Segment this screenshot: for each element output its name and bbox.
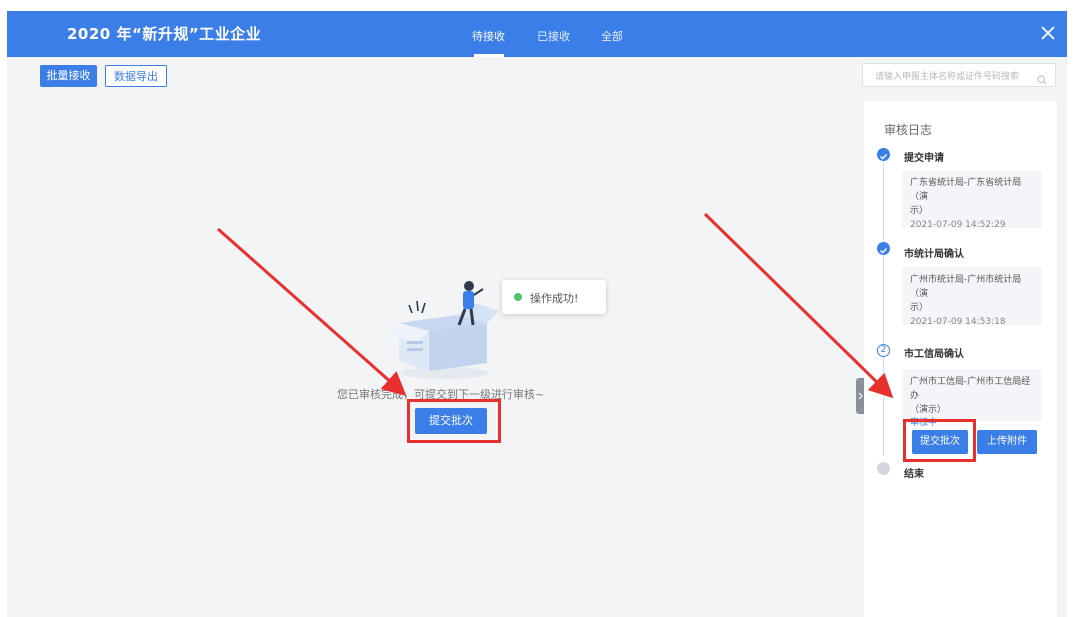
page-title: 2020 年“新升规”工业企业 bbox=[67, 25, 262, 43]
search-icon[interactable] bbox=[1037, 70, 1047, 85]
check-icon bbox=[877, 242, 890, 255]
step-card: 广州市工信局-广州市工信局经办 （演示） 审核中 bbox=[902, 369, 1042, 428]
step-org-cont: 示） bbox=[910, 303, 929, 313]
step-time: 2021-07-09 14:52:29 bbox=[910, 220, 1006, 230]
check-icon bbox=[877, 148, 890, 161]
step-card: 广州市统计局-广州市统计局（演 示） 2021-07-09 14:53:18 bbox=[902, 267, 1042, 327]
step-org-cont: 示） bbox=[910, 206, 929, 216]
dialog-frame: 2020 年“新升规”工业企业 待接收 已接收 全部 批量接收 数据导出 您已审… bbox=[7, 11, 1067, 617]
step-title: 市统计局确认 bbox=[904, 249, 964, 260]
tab-received[interactable]: 已接收 bbox=[537, 28, 570, 44]
batch-receive-button[interactable]: 批量接收 bbox=[40, 65, 97, 87]
step-time: 2021-07-09 14:53:18 bbox=[910, 317, 1006, 327]
step-org: 广州市工信局-广州市工信局经办 bbox=[910, 377, 1031, 401]
search-input[interactable] bbox=[873, 66, 1037, 88]
export-data-button[interactable]: 数据导出 bbox=[105, 65, 167, 87]
step-title: 结束 bbox=[904, 469, 924, 480]
empty-box-illustration bbox=[389, 281, 499, 379]
annotation-arrow-right bbox=[703, 212, 894, 399]
search-box bbox=[862, 63, 1056, 88]
step-org: 广东省统计局-广东省统计局（演 bbox=[910, 178, 1022, 202]
annotation-highlight-box bbox=[903, 419, 976, 462]
step-org: 广州市统计局-广州市统计局（演 bbox=[910, 275, 1022, 299]
close-icon[interactable] bbox=[1037, 22, 1059, 44]
toast-message: 操作成功! bbox=[530, 292, 579, 305]
step-number-badge: 2 bbox=[877, 344, 890, 357]
success-icon bbox=[514, 293, 522, 301]
step-title: 提交申请 bbox=[904, 153, 944, 164]
success-toast: 操作成功! bbox=[502, 280, 606, 314]
step-org-cont: （演示） bbox=[910, 405, 947, 415]
step-title: 市工信局确认 bbox=[904, 349, 964, 360]
review-log-panel: 审核日志 提交申请 广东省统计局-广东省统计局（演 示） 2021-07-09 … bbox=[864, 101, 1057, 617]
timeline-line bbox=[883, 151, 884, 456]
tab-pending[interactable]: 待接收 bbox=[472, 28, 505, 44]
panel-title: 审核日志 bbox=[884, 123, 933, 137]
annotation-arrow-left bbox=[217, 227, 407, 396]
upload-attachment-button[interactable]: 上传附件 bbox=[977, 430, 1037, 454]
annotation-highlight-box bbox=[407, 399, 501, 443]
tab-all[interactable]: 全部 bbox=[601, 28, 623, 44]
end-node-icon bbox=[877, 462, 890, 475]
step-card: 广东省统计局-广东省统计局（演 示） 2021-07-09 14:52:29 bbox=[902, 170, 1042, 230]
active-tab-indicator bbox=[474, 54, 504, 57]
header-bar: 2020 年“新升规”工业企业 待接收 已接收 全部 bbox=[7, 11, 1067, 57]
